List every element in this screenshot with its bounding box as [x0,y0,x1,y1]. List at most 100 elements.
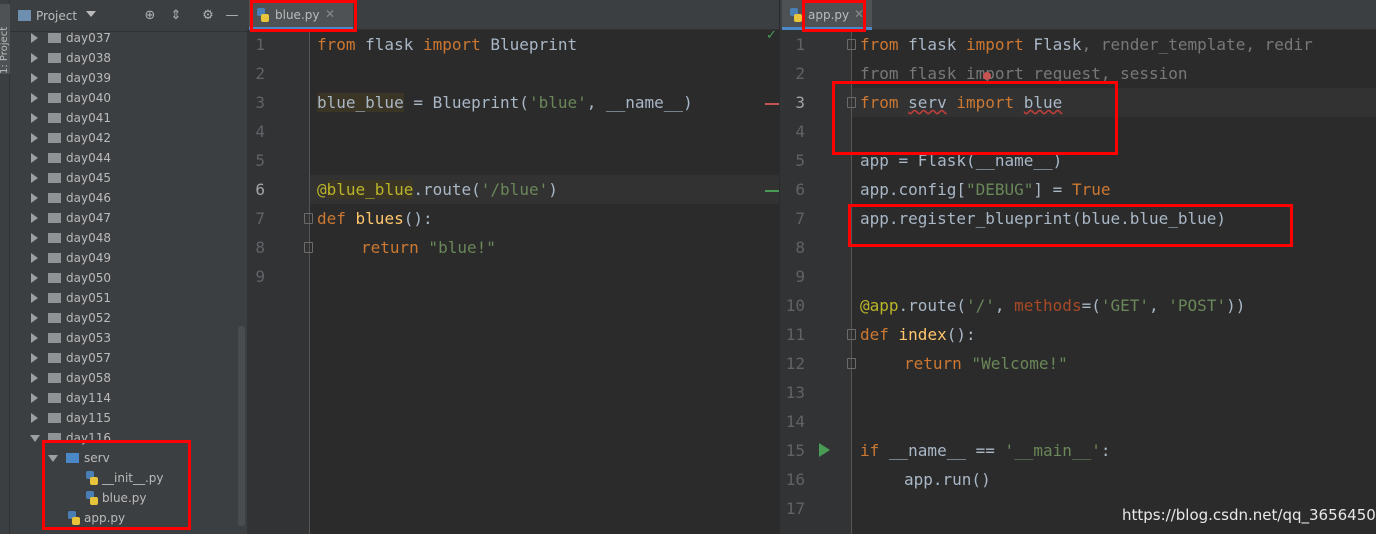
code-line-7[interactable]: def blues(): [317,204,433,233]
fold-icon[interactable] [847,358,856,369]
check-icon: ✓ [766,28,777,43]
chevron-right-icon[interactable] [31,173,38,183]
tree-folder-day041[interactable]: day041 [10,108,247,128]
run-icon[interactable] [819,443,830,457]
chevron-right-icon[interactable] [31,33,38,43]
project-folder-icon [18,10,31,21]
chevron-right-icon[interactable] [31,293,38,303]
code-line-12[interactable]: return "Welcome!" [904,349,1068,378]
folder-icon [48,233,61,243]
line-number: 6 [255,180,265,199]
chevron-right-icon[interactable] [31,73,38,83]
folder-icon [48,113,61,123]
folder-icon [48,173,61,183]
chevron-right-icon[interactable] [31,353,38,363]
collapse-all-icon[interactable]: ⇕ [168,8,184,24]
chevron-right-icon[interactable] [31,53,38,63]
code-line-15[interactable]: if __name__ == '__main__': [860,436,1110,465]
code-line-10[interactable]: @app.route('/', methods=('GET', 'POST')) [860,291,1245,320]
chevron-right-icon[interactable] [31,153,38,163]
chevron-right-icon[interactable] [31,93,38,103]
chevron-right-icon[interactable] [31,233,38,243]
line-number: 17 [785,499,805,518]
code-line-11[interactable]: def index(): [860,320,976,349]
chevron-right-icon[interactable] [31,313,38,323]
tree-folder-day058[interactable]: day058 [10,368,247,388]
fold-icon[interactable] [304,242,313,253]
locate-icon[interactable]: ⊕ [142,8,158,24]
tree-item-label: day053 [66,331,111,345]
line-number: 12 [785,354,805,373]
tree-folder-day053[interactable]: day053 [10,328,247,348]
tree-folder-day049[interactable]: day049 [10,248,247,268]
chevron-right-icon[interactable] [31,373,38,383]
tree-folder-day115[interactable]: day115 [10,408,247,428]
tree-folder-day051[interactable]: day051 [10,288,247,308]
folder-icon [48,373,61,383]
chevron-down-icon[interactable] [30,435,40,442]
line-number: 1 [255,35,265,54]
code-line-1[interactable]: from flask import Blueprint [317,30,577,59]
folder-icon [48,93,61,103]
tree-folder-day045[interactable]: day045 [10,168,247,188]
project-view-selector[interactable]: Project [36,9,77,23]
folder-icon [48,313,61,323]
chevron-right-icon[interactable] [31,253,38,263]
line-number: 9 [795,267,805,286]
tree-item-label: day040 [66,91,111,105]
tree-folder-day050[interactable]: day050 [10,268,247,288]
project-scrollbar[interactable] [238,326,245,526]
chevron-right-icon[interactable] [31,113,38,123]
chevron-right-icon[interactable] [31,133,38,143]
gear-icon[interactable]: ⚙ [200,8,216,24]
folder-icon [48,333,61,343]
tree-item-label: day038 [66,51,111,65]
tree-item-label: day050 [66,271,111,285]
tree-folder-day046[interactable]: day046 [10,188,247,208]
line-number: 9 [255,267,265,286]
chevron-right-icon[interactable] [31,273,38,283]
code-line-8[interactable]: return "blue!" [361,233,496,262]
fold-icon[interactable] [847,39,856,50]
tree-folder-day044[interactable]: day044 [10,148,247,168]
line-number: 8 [795,238,805,257]
tree-folder-day039[interactable]: day039 [10,68,247,88]
fold-icon[interactable] [304,213,313,224]
tree-folder-day057[interactable]: day057 [10,348,247,368]
annotation-box-app-tab [802,0,866,32]
tree-item-label: day037 [66,31,111,45]
chevron-right-icon[interactable] [31,193,38,203]
line-number: 5 [795,151,805,170]
code-line-16[interactable]: app.run() [904,465,991,494]
fold-icon[interactable] [847,329,856,340]
line-number: 10 [785,296,805,315]
folder-icon [48,353,61,363]
line-number: 6 [795,180,805,199]
code-line-3[interactable]: blue_blue = Blueprint('blue', __name__) [317,88,693,117]
tree-folder-day114[interactable]: day114 [10,388,247,408]
chevron-right-icon[interactable] [31,333,38,343]
tree-item-label: day041 [66,111,111,125]
chevron-down-icon[interactable] [86,11,96,17]
line-number: 13 [785,383,805,402]
tree-folder-day052[interactable]: day052 [10,308,247,328]
watermark: https://blog.csdn.net/qq_36564503 [1122,506,1376,524]
chevron-right-icon[interactable] [31,413,38,423]
line-number: 15 [785,441,805,460]
hide-panel-icon[interactable]: — [224,8,240,24]
code-line-6[interactable]: app.config["DEBUG"] = True [860,175,1110,204]
chevron-right-icon[interactable] [31,393,38,403]
tree-folder-day047[interactable]: day047 [10,208,247,228]
code-line-6[interactable]: @blue_blue.route('/blue') [317,175,558,204]
tree-item-label: day114 [66,391,111,405]
tree-folder-day040[interactable]: day040 [10,88,247,108]
tree-folder-day042[interactable]: day042 [10,128,247,148]
tree-folder-day037[interactable]: day037 [10,28,247,48]
tree-folder-day038[interactable]: day038 [10,48,247,68]
tree-folder-day048[interactable]: day048 [10,228,247,248]
code-line-1[interactable]: from flask import Flask, render_template… [860,30,1313,59]
chevron-right-icon[interactable] [31,213,38,223]
change-marker [765,103,779,105]
tool-window-stripe: 1: Project [0,0,11,534]
tree-item-label: day048 [66,231,111,245]
